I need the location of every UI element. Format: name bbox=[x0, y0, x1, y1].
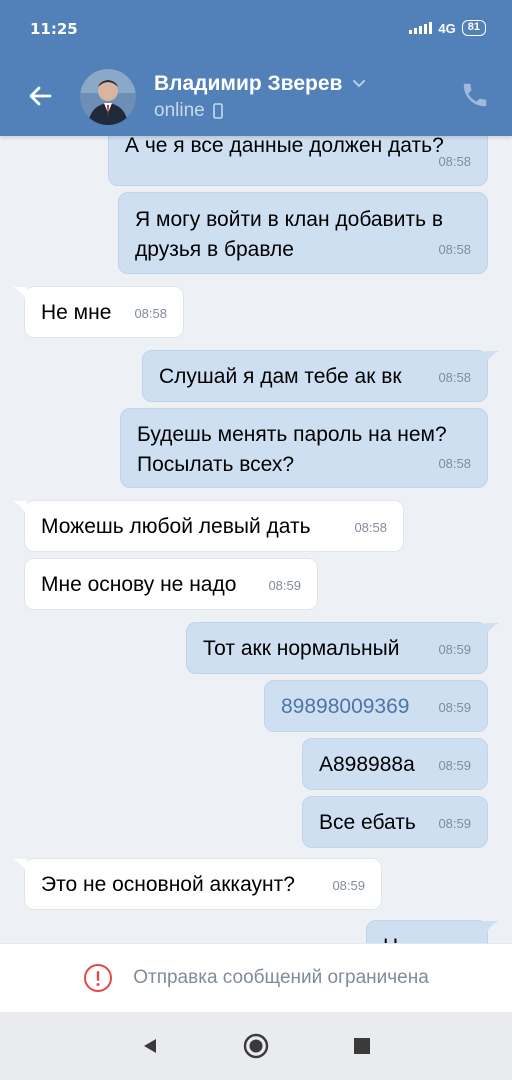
message-text: Тот акк нормальный bbox=[203, 637, 400, 660]
mobile-device-icon bbox=[212, 103, 223, 119]
back-button[interactable] bbox=[20, 76, 60, 116]
message-incoming[interactable]: Не мне 08:58 bbox=[13, 286, 184, 338]
message-outgoing[interactable]: Н bbox=[366, 920, 499, 943]
message-time: 08:59 bbox=[438, 758, 471, 773]
message-text: Не мне bbox=[41, 301, 112, 324]
message-time: 08:58 bbox=[438, 456, 471, 471]
status-time: 11:25 bbox=[30, 20, 78, 38]
message-text: Мне основу не надо bbox=[41, 573, 237, 596]
phone-icon bbox=[463, 83, 487, 107]
avatar[interactable] bbox=[80, 69, 136, 125]
bubble-tail bbox=[485, 921, 499, 936]
nav-recents-button[interactable] bbox=[348, 1032, 376, 1060]
message-text: Будешь менять пароль на нем? Посылать вс… bbox=[137, 423, 447, 476]
message-incoming[interactable]: Мне основу не надо 08:59 bbox=[24, 558, 318, 610]
message-time: 08:59 bbox=[438, 642, 471, 657]
message-incoming[interactable]: Это не основной аккаунт? 08:59 bbox=[13, 858, 382, 910]
message-outgoing[interactable]: Будешь менять пароль на нем? Посылать вс… bbox=[120, 408, 488, 488]
message-incoming[interactable]: Можешь любой левый дать 08:58 bbox=[13, 500, 404, 552]
nav-home-button[interactable] bbox=[242, 1032, 270, 1060]
system-nav-bar bbox=[0, 1012, 512, 1080]
message-text: Все ебать bbox=[319, 811, 416, 834]
message-time: 08:58 bbox=[134, 306, 167, 321]
bubble-tail bbox=[485, 623, 499, 638]
bubble-tail bbox=[13, 859, 27, 874]
nav-back-button[interactable] bbox=[136, 1032, 164, 1060]
contact-name-label: Владимир Зверев bbox=[154, 72, 343, 95]
signal-icon bbox=[409, 22, 433, 34]
message-time: 08:58 bbox=[438, 154, 471, 169]
message-outgoing[interactable]: А че я все данные должен дать? 08:58 bbox=[108, 136, 488, 186]
contact-status: online bbox=[154, 100, 223, 122]
message-outgoing[interactable]: А898988а 08:59 bbox=[302, 738, 488, 790]
call-button[interactable] bbox=[460, 80, 492, 112]
chat-header: Владимир Зверев online bbox=[0, 58, 512, 136]
message-text: Можешь любой левый дать bbox=[41, 515, 311, 538]
circle-home-icon bbox=[243, 1033, 269, 1059]
message-text: Н bbox=[383, 935, 398, 943]
messaging-restricted-banner: Отправка сообщений ограничена bbox=[0, 943, 512, 1012]
message-time: 08:59 bbox=[268, 578, 301, 593]
message-time: 08:58 bbox=[438, 242, 471, 257]
status-bar: 11:25 4G 81 bbox=[0, 0, 512, 58]
contact-name[interactable]: Владимир Зверев bbox=[154, 72, 366, 96]
network-type: 4G bbox=[438, 20, 456, 36]
message-outgoing[interactable]: Все ебать 08:59 bbox=[302, 796, 488, 848]
message-text: Это не основной аккаунт? bbox=[41, 873, 295, 896]
message-time: 08:58 bbox=[354, 520, 387, 535]
message-outgoing[interactable]: Я могу войти в клан добавить в друзья в … bbox=[118, 192, 488, 274]
message-outgoing[interactable]: 89898009369 08:59 bbox=[264, 680, 488, 732]
online-status-label: online bbox=[154, 100, 205, 121]
phone-number-link[interactable]: 89898009369 bbox=[281, 695, 409, 718]
message-text: Я могу войти в клан добавить в друзья в … bbox=[135, 208, 443, 261]
message-text: А че я все данные должен дать? bbox=[125, 136, 444, 157]
bubble-tail bbox=[13, 501, 27, 516]
warning-icon bbox=[84, 964, 113, 992]
message-time: 08:59 bbox=[438, 700, 471, 715]
message-text: А898988а bbox=[319, 753, 415, 776]
arrow-left-icon bbox=[29, 86, 52, 106]
square-recents-icon bbox=[354, 1038, 370, 1054]
message-outgoing[interactable]: Тот акк нормальный 08:59 bbox=[186, 622, 499, 674]
message-time: 08:59 bbox=[438, 816, 471, 831]
chevron-down-icon bbox=[353, 80, 366, 88]
triangle-back-icon bbox=[144, 1039, 156, 1053]
message-time: 08:58 bbox=[438, 370, 471, 385]
message-list[interactable]: А че я все данные должен дать? 08:58 Я м… bbox=[0, 136, 512, 943]
message-outgoing[interactable]: Слушай я дам тебе ак вк 08:58 bbox=[142, 350, 499, 402]
bubble-tail bbox=[13, 287, 27, 302]
status-indicators: 4G 81 bbox=[409, 20, 486, 36]
bubble-tail bbox=[485, 351, 499, 366]
message-time: 08:59 bbox=[332, 878, 365, 893]
message-text: Слушай я дам тебе ак вк bbox=[159, 365, 402, 388]
battery-icon: 81 bbox=[461, 20, 486, 36]
restricted-text: Отправка сообщений ограничена bbox=[133, 967, 429, 988]
avatar-image bbox=[80, 69, 136, 125]
